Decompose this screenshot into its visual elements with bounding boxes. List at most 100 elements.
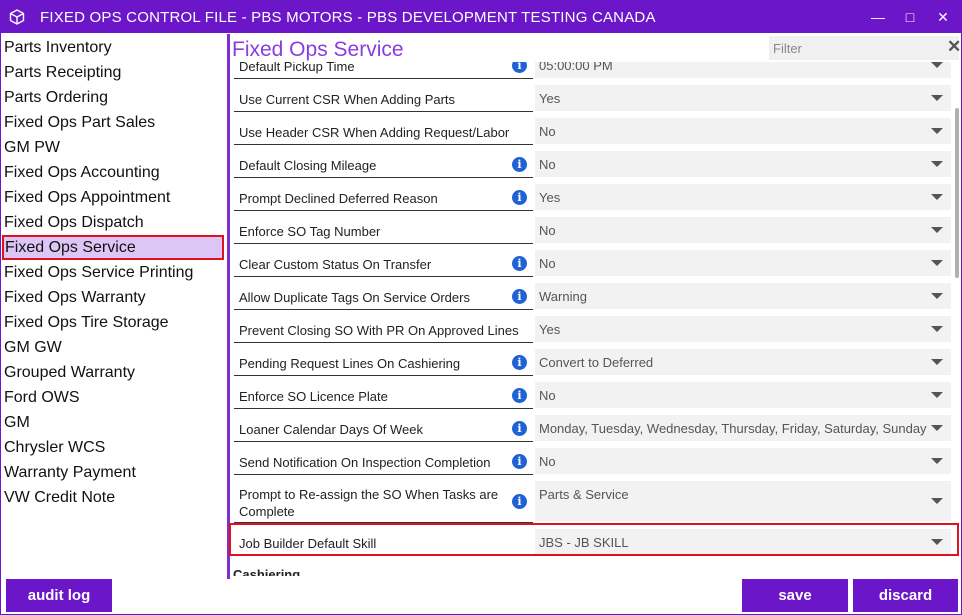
chevron-down-icon [931, 194, 943, 200]
setting-row: Default Pickup Time i 05:00:00 PM [231, 62, 951, 79]
setting-row: Clear Custom Status On Transfer i No [231, 250, 951, 277]
sidebar-item-fixed-ops-warranty[interactable]: Fixed Ops Warranty [2, 285, 224, 310]
info-icon[interactable]: i [512, 388, 527, 403]
chevron-down-icon [931, 161, 943, 167]
setting-select[interactable]: No [535, 250, 951, 276]
chevron-down-icon [931, 62, 943, 68]
scrollbar-thumb[interactable] [955, 108, 959, 278]
maximize-button[interactable]: □ [897, 5, 923, 29]
setting-label: Prompt to Re-assign the SO When Tasks ar… [234, 481, 533, 523]
sidebar-item-gm[interactable]: GM [2, 410, 224, 435]
info-icon[interactable]: i [512, 157, 527, 172]
sidebar-item-ford-ows[interactable]: Ford OWS [2, 385, 224, 410]
chevron-down-icon [931, 95, 943, 101]
chevron-down-icon [931, 260, 943, 266]
chevron-down-icon [931, 458, 943, 464]
setting-label: Default Pickup Time [234, 62, 533, 79]
setting-label: Loaner Calendar Days Of Week [234, 415, 533, 442]
setting-select[interactable]: No [535, 217, 951, 243]
setting-row: Default Closing Mileage i No [231, 151, 951, 178]
window-title: FIXED OPS CONTROL FILE - PBS MOTORS - PB… [40, 9, 656, 26]
sidebar-item-chrysler-wcs[interactable]: Chrysler WCS [2, 435, 224, 460]
cube-icon [9, 9, 25, 25]
info-icon[interactable]: i [512, 454, 527, 469]
setting-label: Pending Request Lines On Cashiering [234, 349, 533, 376]
chevron-down-icon [931, 425, 943, 431]
setting-row: Pending Request Lines On Cashiering i Co… [231, 349, 951, 376]
minimize-button[interactable]: — [865, 5, 891, 29]
audit-log-button[interactable]: audit log [6, 579, 112, 612]
setting-select[interactable]: Yes [535, 316, 951, 342]
setting-label: Send Notification On Inspection Completi… [234, 448, 533, 475]
settings-list: Default Pickup Time i 05:00:00 PM Use Cu… [231, 62, 951, 576]
setting-label: Prevent Closing SO With PR On Approved L… [234, 316, 533, 343]
sidebar-item-fixed-ops-dispatch[interactable]: Fixed Ops Dispatch [2, 210, 224, 235]
info-icon[interactable]: i [512, 190, 527, 205]
setting-row: Use Header CSR When Adding Request/Labor… [231, 118, 951, 145]
sidebar-item-gm-gw[interactable]: GM GW [2, 335, 224, 360]
sidebar-item-fixed-ops-service-printing[interactable]: Fixed Ops Service Printing [2, 260, 224, 285]
filter-box: ✕ [769, 36, 961, 60]
setting-select[interactable]: 05:00:00 PM [535, 62, 951, 78]
setting-select[interactable]: No [535, 448, 951, 474]
setting-label: Enforce SO Licence Plate [234, 382, 533, 409]
setting-label: Use Current CSR When Adding Parts [234, 85, 533, 112]
setting-row: Use Current CSR When Adding Parts Yes [231, 85, 951, 112]
app-window: FIXED OPS CONTROL FILE - PBS MOTORS - PB… [0, 0, 962, 615]
close-icon: ✕ [937, 8, 949, 25]
setting-label: Allow Duplicate Tags On Service Orders [234, 283, 533, 310]
setting-select[interactable]: Convert to Deferred [535, 349, 951, 375]
clear-filter-icon[interactable]: ✕ [947, 37, 961, 57]
setting-select[interactable]: No [535, 151, 951, 177]
setting-label: Default Closing Mileage [234, 151, 533, 178]
setting-select[interactable]: Warning [535, 283, 951, 309]
setting-label: Clear Custom Status On Transfer [234, 250, 533, 277]
chevron-down-icon [931, 293, 943, 299]
setting-row: Loaner Calendar Days Of Week i Monday, T… [231, 415, 951, 442]
setting-row: Prompt Declined Deferred Reason i Yes [231, 184, 951, 211]
setting-select[interactable]: No [535, 118, 951, 144]
chevron-down-icon [931, 326, 943, 332]
setting-select[interactable]: Yes [535, 184, 951, 210]
sidebar-item-warranty-payment[interactable]: Warranty Payment [2, 460, 224, 485]
filter-input[interactable] [773, 39, 938, 57]
save-button[interactable]: save [742, 579, 848, 612]
discard-button[interactable]: discard [853, 579, 958, 612]
sidebar-item-grouped-warranty[interactable]: Grouped Warranty [2, 360, 224, 385]
setting-select[interactable]: No [535, 382, 951, 408]
close-button[interactable]: ✕ [930, 5, 956, 29]
sidebar-item-fixed-ops-tire-storage[interactable]: Fixed Ops Tire Storage [2, 310, 224, 335]
scrollbar[interactable] [953, 62, 961, 574]
sidebar-divider [227, 34, 230, 579]
setting-row: Send Notification On Inspection Completi… [231, 448, 951, 475]
sidebar-item-fixed-ops-appointment[interactable]: Fixed Ops Appointment [2, 185, 224, 210]
chevron-down-icon [931, 498, 943, 504]
setting-select[interactable]: Monday, Tuesday, Wednesday, Thursday, Fr… [535, 415, 951, 441]
sidebar-item-fixed-ops-part-sales[interactable]: Fixed Ops Part Sales [2, 110, 224, 135]
setting-select[interactable]: Parts & Service [535, 481, 951, 521]
setting-row: Enforce SO Tag Number No [231, 217, 951, 244]
sidebar-item-vw-credit-note[interactable]: VW Credit Note [2, 485, 224, 510]
sidebar-nav: Parts Inventory Parts Receipting Parts O… [1, 34, 227, 574]
sidebar-item-parts-inventory[interactable]: Parts Inventory [2, 35, 224, 60]
setting-row: Allow Duplicate Tags On Service Orders i… [231, 283, 951, 310]
sidebar-item-fixed-ops-service[interactable]: Fixed Ops Service [2, 235, 224, 260]
chevron-down-icon [931, 227, 943, 233]
setting-row: Prevent Closing SO With PR On Approved L… [231, 316, 951, 343]
info-icon[interactable]: i [512, 355, 527, 370]
info-icon[interactable]: i [512, 289, 527, 304]
info-icon[interactable]: i [512, 421, 527, 436]
chevron-down-icon [931, 128, 943, 134]
setting-label: Use Header CSR When Adding Request/Labor [234, 118, 533, 145]
sidebar-item-parts-ordering[interactable]: Parts Ordering [2, 85, 224, 110]
sidebar-item-gm-pw[interactable]: GM PW [2, 135, 224, 160]
minimize-icon: — [871, 9, 885, 25]
highlighted-setting-frame [229, 523, 959, 556]
chevron-down-icon [931, 392, 943, 398]
setting-select[interactable]: Yes [535, 85, 951, 111]
setting-row: Prompt to Re-assign the SO When Tasks ar… [231, 481, 951, 523]
info-icon[interactable]: i [512, 256, 527, 271]
sidebar-item-parts-receipting[interactable]: Parts Receipting [2, 60, 224, 85]
sidebar-item-fixed-ops-accounting[interactable]: Fixed Ops Accounting [2, 160, 224, 185]
info-icon[interactable]: i [512, 494, 527, 509]
